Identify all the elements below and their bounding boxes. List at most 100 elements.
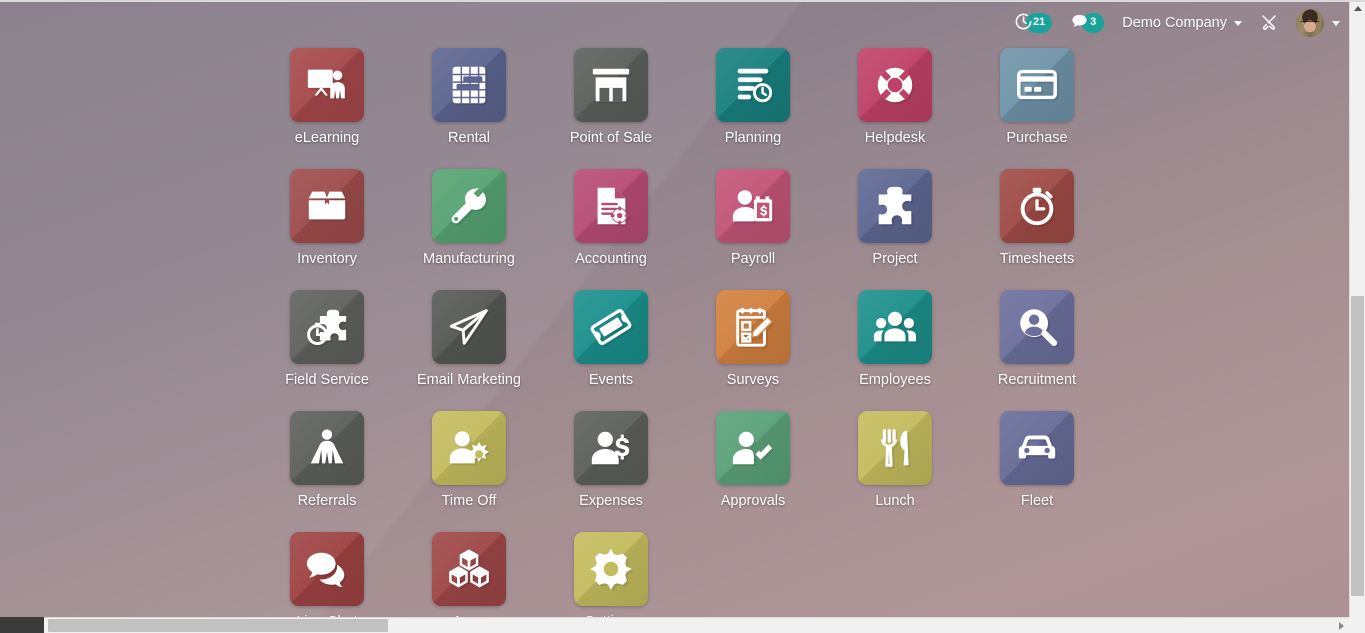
app-label: Approvals [720, 493, 786, 509]
app-tile-expenses[interactable]: Expenses [540, 409, 682, 530]
planning-icon [716, 48, 790, 122]
app-label: Accounting [575, 251, 647, 267]
app-tile-lunch[interactable]: Lunch [824, 409, 966, 530]
referrals-icon [290, 411, 364, 485]
app-tile-apps[interactable]: Apps [398, 530, 540, 617]
app-label: Employees [859, 372, 931, 388]
manufacturing-icon [432, 169, 506, 243]
app-tile-live-chat[interactable]: Live Chat [256, 530, 398, 617]
app-label: Surveys [726, 372, 780, 388]
activities-menu[interactable]: 21 [1005, 0, 1061, 46]
chevron-down-icon [1332, 20, 1340, 26]
app-label: Events [588, 372, 634, 388]
vertical-scrollbar-thumb[interactable] [1351, 296, 1364, 596]
company-switcher[interactable]: Demo Company [1113, 0, 1251, 46]
app-label: Field Service [285, 372, 369, 388]
app-tile-manufacturing[interactable]: Manufacturing [398, 167, 540, 288]
app-launcher-screen: 21 3 Demo Company eLearning Rental Point… [0, 0, 1365, 633]
messages-counter: 3 [1070, 12, 1105, 34]
app-label: Helpdesk [864, 130, 926, 146]
email-marketing-icon [432, 290, 506, 364]
accounting-icon [574, 169, 648, 243]
app-tile-events[interactable]: Events [540, 288, 682, 409]
app-label: Project [872, 251, 918, 267]
scroll-up-button[interactable] [1350, 0, 1365, 16]
avatar [1296, 9, 1324, 37]
purchase-icon [1000, 48, 1074, 122]
app-label: Referrals [297, 493, 357, 509]
company-name: Demo Company [1122, 15, 1227, 31]
timesheets-icon [1000, 169, 1074, 243]
app-tile-inventory[interactable]: Inventory [256, 167, 398, 288]
app-label: Manufacturing [423, 251, 515, 267]
live-chat-icon [290, 532, 364, 606]
app-label: Purchase [1006, 130, 1068, 146]
app-tile-field-service[interactable]: Field Service [256, 288, 398, 409]
chevron-right-icon [1338, 621, 1344, 630]
debug-menu[interactable] [1251, 0, 1287, 46]
app-label: Expenses [579, 493, 643, 509]
project-icon [858, 169, 932, 243]
chevron-up-icon [1353, 5, 1362, 11]
inventory-icon [290, 169, 364, 243]
app-tile-employees[interactable]: Employees [824, 288, 966, 409]
app-tile-helpdesk[interactable]: Helpdesk [824, 46, 966, 167]
clock-activity-icon [1014, 12, 1033, 34]
apps-area: eLearning Rental Point of Sale Planning Help… [0, 46, 1349, 617]
app-label: Time Off [441, 493, 497, 509]
app-tile-time-off[interactable]: Time Off [398, 409, 540, 530]
avatar-glasses [1300, 21, 1320, 26]
expenses-icon [574, 411, 648, 485]
chat-bubble-icon [1070, 12, 1089, 34]
app-label: Email Marketing [417, 372, 521, 388]
app-tile-point-of-sale[interactable]: Point of Sale [540, 46, 682, 167]
app-tile-project[interactable]: Project [824, 167, 966, 288]
lunch-icon [858, 411, 932, 485]
approvals-icon [716, 411, 790, 485]
field-service-icon [290, 290, 364, 364]
app-tile-timesheets[interactable]: Timesheets [966, 167, 1108, 288]
app-tile-approvals[interactable]: Approvals [682, 409, 824, 530]
app-tile-payroll[interactable]: Payroll [682, 167, 824, 288]
systray: 21 3 Demo Company [1005, 0, 1349, 46]
app-tile-settings[interactable]: Settings [540, 530, 682, 617]
user-menu[interactable] [1287, 0, 1349, 46]
app-tile-purchase[interactable]: Purchase [966, 46, 1108, 167]
horizontal-scrollbar[interactable] [0, 617, 1365, 633]
app-tile-referrals[interactable]: Referrals [256, 409, 398, 530]
rental-icon [432, 48, 506, 122]
app-tile-accounting[interactable]: Accounting [540, 167, 682, 288]
horizontal-scrollbar-thumb[interactable] [48, 619, 388, 632]
app-tile-recruitment[interactable]: Recruitment [966, 288, 1108, 409]
scroll-right-button[interactable] [1333, 618, 1349, 633]
app-label: Inventory [297, 251, 357, 267]
recruitment-icon [1000, 290, 1074, 364]
fleet-icon [1000, 411, 1074, 485]
settings-icon [574, 532, 648, 606]
app-label: Timesheets [999, 251, 1075, 267]
app-tile-rental[interactable]: Rental [398, 46, 540, 167]
app-tile-surveys[interactable]: Surveys [682, 288, 824, 409]
window-top-seam [0, 0, 1365, 2]
app-tile-elearning[interactable]: eLearning [256, 46, 398, 167]
app-label: eLearning [294, 130, 360, 146]
events-icon [574, 290, 648, 364]
app-label: Lunch [875, 493, 915, 509]
app-tile-fleet[interactable]: Fleet [966, 409, 1108, 530]
scrollbar-corner [1349, 617, 1365, 633]
vertical-scrollbar[interactable] [1349, 0, 1365, 633]
surveys-icon [716, 290, 790, 364]
wrench-screwdriver-icon [1260, 13, 1278, 34]
app-label: Rental [448, 130, 490, 146]
messages-menu[interactable]: 3 [1061, 0, 1113, 46]
app-label: Payroll [730, 251, 776, 267]
time-off-icon [432, 411, 506, 485]
app-label: Fleet [1020, 493, 1054, 509]
app-tile-planning[interactable]: Planning [682, 46, 824, 167]
apps-grid: eLearning Rental Point of Sale Planning Help… [0, 46, 1349, 617]
elearning-icon [290, 48, 364, 122]
app-tile-email-marketing[interactable]: Email Marketing [398, 288, 540, 409]
chevron-down-icon [1234, 20, 1242, 26]
payroll-icon [716, 169, 790, 243]
helpdesk-icon [858, 48, 932, 122]
